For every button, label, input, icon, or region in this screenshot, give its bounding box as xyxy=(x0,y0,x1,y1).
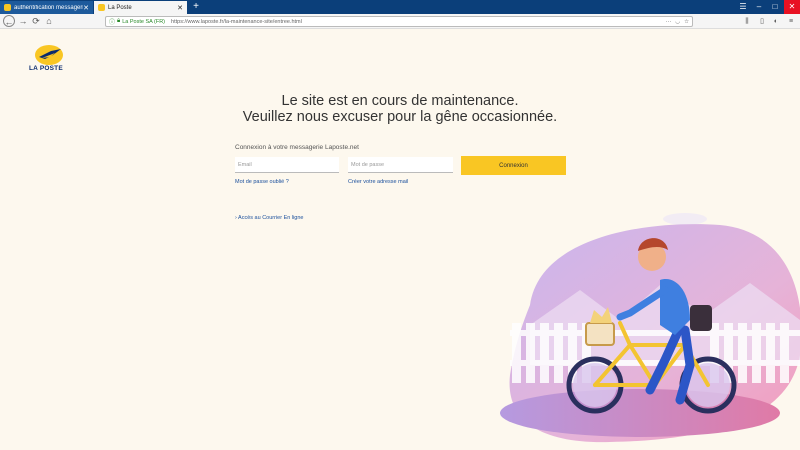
library-icon[interactable]: ⫼ xyxy=(742,16,752,27)
sidebar-icon[interactable]: ▯ xyxy=(757,16,767,27)
menu-icon[interactable]: ≡ xyxy=(786,16,796,27)
courrier-en-ligne-link[interactable]: › Accès au Courrier En ligne xyxy=(235,215,303,221)
cyclist-illustration xyxy=(500,213,800,443)
logo-label: LA POSTE xyxy=(29,65,63,72)
login-heading: Connexion à votre messagerie Laposte.net xyxy=(235,144,359,151)
tab-label: authentification messagerie laPoste.net xyxy=(14,4,83,11)
back-arrow-icon[interactable]: ← xyxy=(3,15,15,27)
title-line-2: Veuillez nous excuser pour la gêne occas… xyxy=(242,109,558,125)
site-identity: La Poste SA (FR) xyxy=(122,18,166,25)
forgot-password-link[interactable]: Mot de passe oublié ? xyxy=(235,179,289,185)
envelope-icon xyxy=(4,4,11,11)
password-field[interactable]: Mot de passe xyxy=(348,157,453,173)
reload-icon[interactable]: ⟳ xyxy=(30,15,42,27)
maximize-icon[interactable]: □ xyxy=(767,0,783,14)
la-poste-logo[interactable] xyxy=(31,44,67,66)
page-actions-icon[interactable]: ··· xyxy=(666,19,672,25)
email-field[interactable]: Email xyxy=(235,157,339,173)
tab-messagerie[interactable]: authentification messagerie laPoste.net … xyxy=(0,1,93,14)
url-text: https://www.laposte.fr/la-maintenance-si… xyxy=(171,18,302,25)
window-close-icon[interactable]: ✕ xyxy=(784,0,800,14)
tab-bar: authentification messagerie laPoste.net … xyxy=(0,0,800,14)
tab-la-poste[interactable]: La Poste ✕ xyxy=(94,1,187,14)
minimize-icon[interactable]: – xyxy=(751,0,767,14)
home-icon[interactable]: ⌂ xyxy=(43,15,55,27)
la-poste-favicon-icon xyxy=(98,4,105,11)
title-line-1: Le site est en cours de maintenance. xyxy=(281,93,519,109)
connexion-button[interactable]: Connexion xyxy=(461,156,566,175)
bookmark-star-icon[interactable]: ☆ xyxy=(684,19,689,25)
address-bar[interactable]: ⓘ 🔒︎ La Poste SA (FR) https://www.lapost… xyxy=(105,16,693,27)
extension-icon[interactable]: ◐ xyxy=(771,16,781,27)
window-menu-icon[interactable]: ☰ xyxy=(735,0,751,14)
new-tab-button[interactable]: + xyxy=(190,1,202,13)
navigation-bar: ← → ⟳ ⌂ ⓘ 🔒︎ La Poste SA (FR) https://ww… xyxy=(0,14,800,29)
page-title: Le site est en cours de maintenance. Veu… xyxy=(200,93,600,125)
create-address-link[interactable]: Créer votre adresse mail xyxy=(348,179,408,185)
tab-label: La Poste xyxy=(108,4,132,11)
close-icon[interactable]: ✕ xyxy=(177,4,183,12)
lock-icon: 🔒︎ xyxy=(117,18,121,24)
info-icon[interactable]: ⓘ xyxy=(109,17,115,26)
pocket-icon[interactable]: ◡ xyxy=(675,19,680,25)
close-icon[interactable]: ✕ xyxy=(83,4,89,12)
forward-arrow-icon[interactable]: → xyxy=(17,15,29,27)
